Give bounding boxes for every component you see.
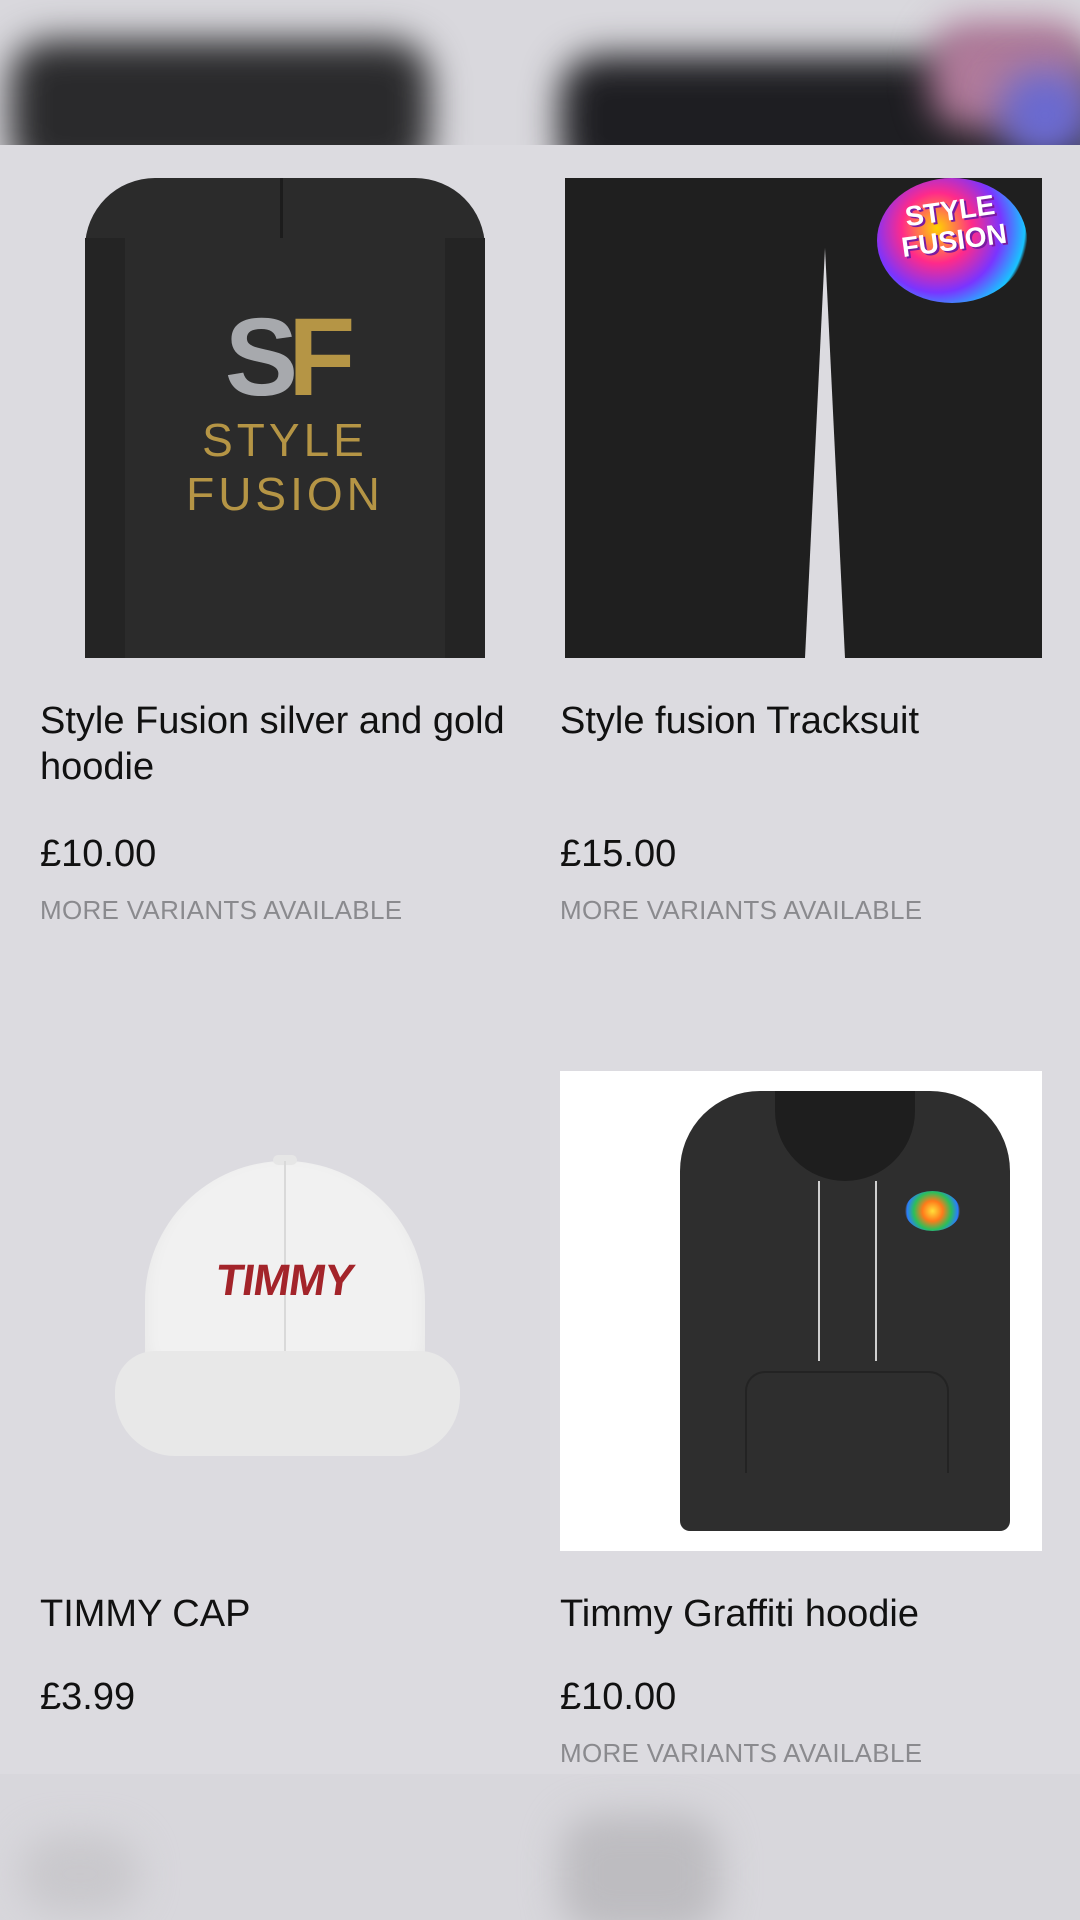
cap-image: TIMMY [145,1155,425,1381]
product-title[interactable]: TIMMY CAP [40,1591,510,1637]
product-card-timmy-graffiti-hoodie[interactable]: Timmy Graffiti hoodie £10.00 MORE VARIAN… [560,1071,1042,1771]
product-image[interactable]: STYLE FUSION [560,178,1042,658]
product-price: £10.00 [560,1676,677,1718]
blurred-product-image [10,40,430,145]
product-price: £15.00 [560,833,677,875]
product-price: £3.99 [40,1676,136,1718]
blurred-product-image [560,1814,720,1920]
product-image[interactable]: SF STYLE FUSION [40,178,522,658]
cap-logo-text: TIMMY [213,1256,357,1305]
variants-note: MORE VARIANTS AVAILABLE [560,895,923,925]
product-card-tracksuit[interactable]: STYLE FUSION Style fusion Tracksuit £15.… [560,178,1042,938]
top-blurred-preview [0,0,1080,145]
product-card-sf-hoodie[interactable]: SF STYLE FUSION Style Fusion silver and … [40,178,522,938]
product-grid-page: SF STYLE FUSION Style Fusion silver and … [0,0,1080,1920]
variants-note: MORE VARIANTS AVAILABLE [560,1738,923,1768]
product-image[interactable] [560,1071,1042,1551]
bottom-blurred-preview [0,1774,1080,1920]
product-title[interactable]: Style Fusion silver and gold hoodie [40,698,510,790]
product-card-timmy-cap[interactable]: TIMMY TIMMY CAP £3.99 [40,1071,522,1771]
sf-logo-mark-f: F [288,296,355,419]
sf-logo-word: FUSION [186,468,384,520]
product-price: £10.00 [40,833,157,875]
sf-logo: SF STYLE FUSION [85,303,485,521]
graffiti-badge [905,1191,960,1231]
product-image[interactable]: TIMMY [40,1071,522,1551]
hoodie-back-image: SF STYLE FUSION [85,178,485,658]
sf-logo-mark: S [224,296,298,419]
variants-note: MORE VARIANTS AVAILABLE [40,895,403,925]
product-title[interactable]: Style fusion Tracksuit [560,698,1030,744]
sf-logo-word: STYLE [202,414,368,466]
cap-brim [115,1351,460,1456]
blurred-product-image [20,1834,140,1914]
product-title[interactable]: Timmy Graffiti hoodie [560,1591,1030,1637]
hoodie-front-image [680,1091,1010,1531]
blurred-product-image [1000,70,1080,145]
